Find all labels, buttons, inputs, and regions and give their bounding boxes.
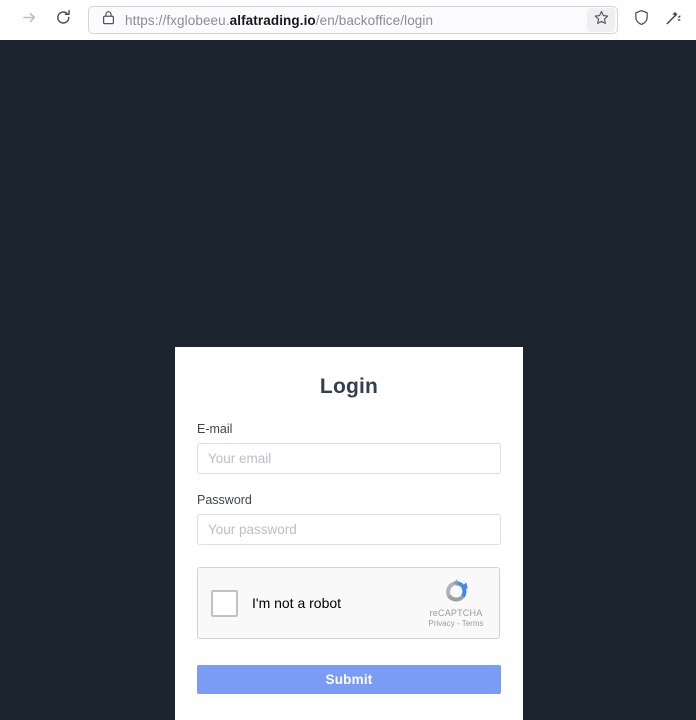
url-domain: alfatrading.io: [229, 12, 316, 28]
bookmark-button[interactable]: [587, 8, 615, 32]
email-input[interactable]: [197, 443, 501, 474]
password-label: Password: [197, 493, 252, 507]
browser-toolbar: https://fxglobeeu.alfatrading.io/en/back…: [0, 0, 696, 40]
email-label: E-mail: [197, 422, 233, 436]
password-field-group: Password: [197, 493, 501, 545]
submit-button[interactable]: Submit: [197, 665, 501, 694]
reload-icon: [55, 9, 72, 31]
page-background: Login E-mail Password I'm not a robot: [0, 40, 696, 720]
recaptcha-checkbox[interactable]: [211, 589, 238, 617]
page-title: Login: [319, 375, 379, 398]
url-text: https://fxglobeeu.alfatrading.io/en/back…: [119, 13, 587, 28]
email-field-group: E-mail: [197, 422, 501, 474]
padlock-icon: [102, 10, 115, 30]
recaptcha-legal-links[interactable]: Privacy - Terms: [419, 619, 493, 628]
recaptcha-brand-label: reCAPTCHA: [429, 607, 483, 618]
recaptcha-circular-arrows-icon: [419, 577, 493, 607]
address-bar[interactable]: https://fxglobeeu.alfatrading.io/en/back…: [88, 6, 618, 34]
tracking-protection-button[interactable]: [626, 5, 656, 35]
site-security-button[interactable]: [97, 10, 119, 30]
password-input[interactable]: [197, 514, 501, 545]
recaptcha-branding: reCAPTCHA Privacy - Terms: [419, 577, 499, 628]
recaptcha-widget[interactable]: I'm not a robot reCAPTCHA Privacy - Term…: [197, 567, 500, 639]
sparkle-wand-icon: [664, 9, 682, 32]
extensions-button[interactable]: [658, 5, 688, 35]
shield-icon: [633, 9, 650, 31]
recaptcha-checkbox-label: I'm not a robot: [252, 595, 342, 611]
login-card: Login E-mail Password I'm not a robot: [175, 347, 523, 720]
url-prefix: https://fxglobeeu.: [125, 12, 230, 28]
forward-arrow-icon: [21, 9, 38, 31]
star-icon: [594, 10, 609, 30]
forward-button[interactable]: [14, 5, 44, 35]
reload-button[interactable]: [48, 5, 78, 35]
url-suffix: /en/backoffice/login: [315, 12, 434, 28]
